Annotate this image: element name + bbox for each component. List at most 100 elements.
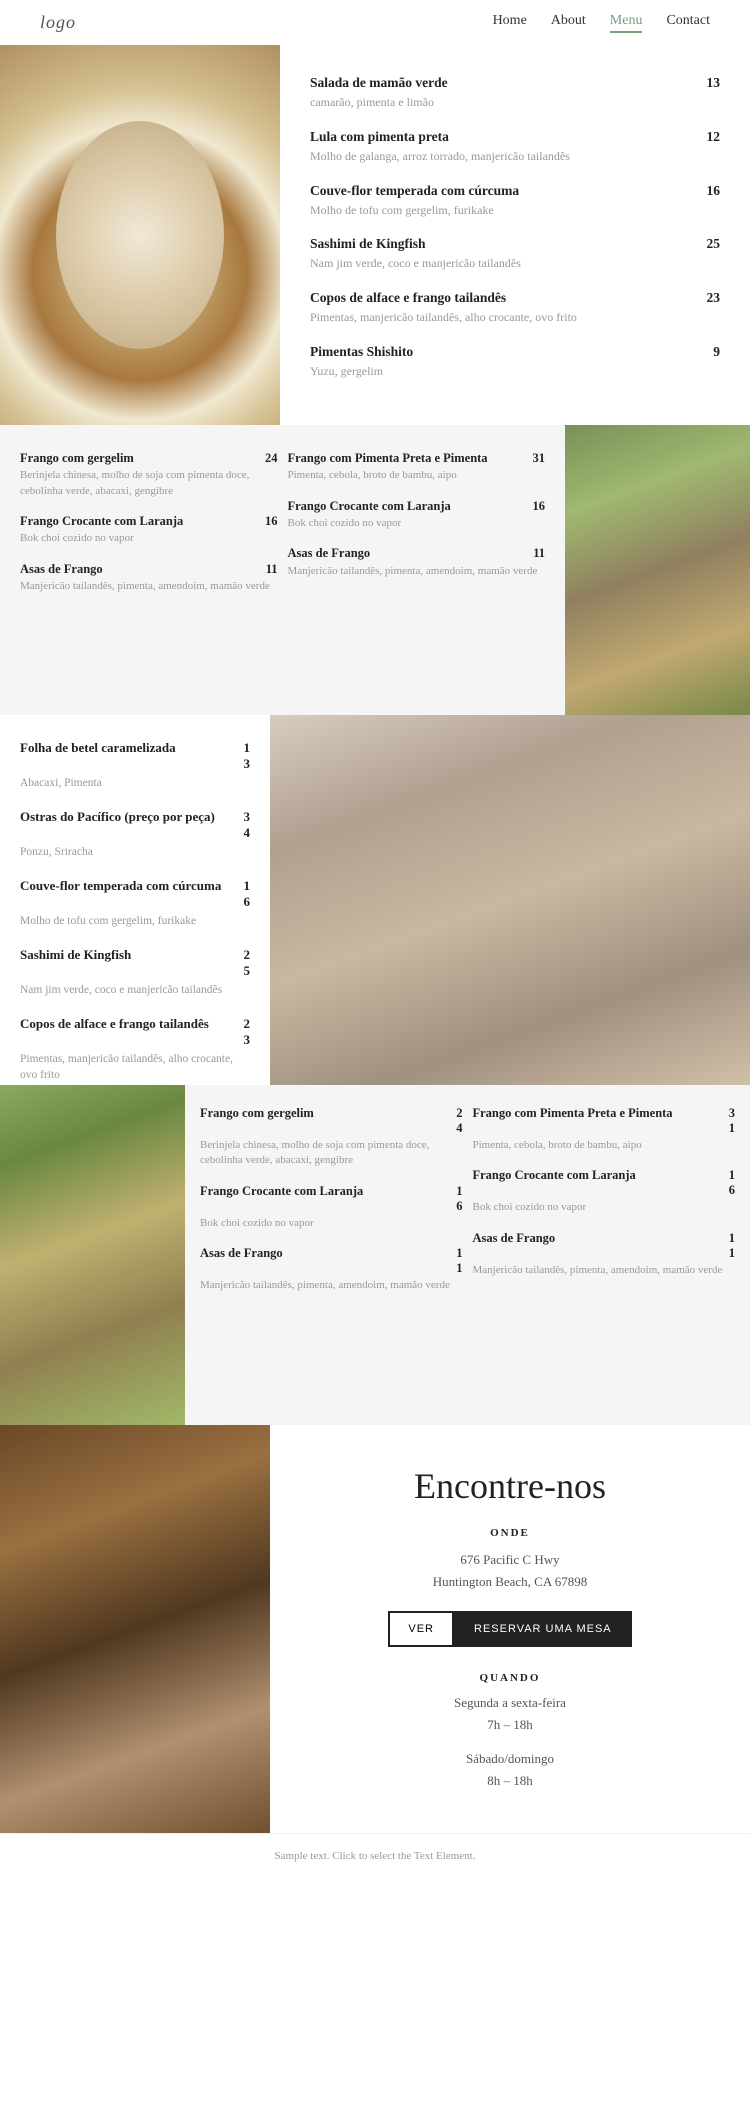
section1-menu: Salada de mamão verde 13 camarão, piment… <box>280 45 750 425</box>
item-desc: Molho de galanga, arroz torrado, manjeri… <box>310 148 720 165</box>
section-findus: Encontre-nos ONDE 676 Pacific C Hwy Hunt… <box>0 1425 750 1833</box>
item-desc: Abacaxi, Pimenta <box>20 775 250 791</box>
item-name: Asas de Frango <box>20 561 103 577</box>
address-line1: 676 Pacific C Hwy <box>460 1552 559 1567</box>
item-name: Sashimi de Kingfish <box>310 236 426 252</box>
item-price: 1 3 <box>222 740 250 772</box>
weekend-hours: 8h – 18h <box>487 1773 533 1788</box>
item-desc: Manjericão tailandês, pimenta, amendoim,… <box>20 579 278 594</box>
item-name: Copos de alface e frango tailandês <box>310 290 506 306</box>
menu-item: Asas de Frango 11 Manjericão tailandês, … <box>288 545 546 579</box>
section3-menu: Folha de betel caramelizada 1 3 Abacaxi,… <box>0 715 270 1085</box>
item-price: 16 <box>523 499 545 514</box>
address-line2: Huntington Beach, CA 67898 <box>433 1574 588 1589</box>
item-name: Ostras do Pacífico (preço por peça) <box>20 809 215 825</box>
item-desc: Ponzu, Sriracha <box>20 844 250 860</box>
item-name: Salada de mamão verde <box>310 75 448 91</box>
nav-menu[interactable]: Menu <box>610 13 643 33</box>
item-price: 2 5 <box>222 947 250 979</box>
menu-item: Asas de Frango 1 1 Manjericão tailandês,… <box>200 1245 463 1293</box>
item-name: Lula com pimenta preta <box>310 129 449 145</box>
item-price: 13 <box>700 75 720 91</box>
section3-image <box>270 715 750 1085</box>
item-name: Frango com gergelim <box>20 450 134 466</box>
item-name: Frango Crocante com Laranja <box>473 1167 636 1183</box>
section-4: Frango com gergelim 2 4 Berinjela chines… <box>0 1085 750 1425</box>
menu-item: Frango Crocante com Laranja 16 Bok choi … <box>20 513 278 547</box>
item-price: 31 <box>523 451 545 466</box>
menu-item: Couve-flor temperada com cúrcuma 16 Molh… <box>310 183 720 219</box>
item-desc: Nam jim verde, coco e manjericão tailand… <box>310 255 720 272</box>
menu-item: Frango com gergelim 24 Berinjela chinesa… <box>20 450 278 499</box>
item-name: Asas de Frango <box>288 545 371 561</box>
item-price: 11 <box>523 546 545 561</box>
menu-item: Asas de Frango 11 Manjericão tailandês, … <box>20 561 278 595</box>
weekdays-label: Segunda a sexta-feira <box>454 1695 566 1710</box>
item-desc: Berinjela chinesa, molho de soja com pim… <box>200 1138 463 1169</box>
item-name: Copos de alface e frango tailandês <box>20 1016 209 1032</box>
menu-item: Sashimi de Kingfish 25 Nam jim verde, co… <box>310 236 720 272</box>
item-name: Frango com Pimenta Preta e Pimenta <box>288 450 488 466</box>
item-price: 3 4 <box>222 809 250 841</box>
item-desc: Bok choi cozido no vapor <box>473 1200 736 1215</box>
nav-contact[interactable]: Contact <box>666 13 710 33</box>
section2-left-col: Frango com gergelim 24 Berinjela chinesa… <box>20 450 278 608</box>
menu-item: Folha de betel caramelizada 1 3 Abacaxi,… <box>20 740 250 791</box>
item-desc: Bok choi cozido no vapor <box>20 531 278 546</box>
section2-right-col: Frango com Pimenta Preta e Pimenta 31 Pi… <box>288 450 546 608</box>
item-desc: camarão, pimenta e limão <box>310 94 720 111</box>
menu-item: Frango Crocante com Laranja 1 6 Bok choi… <box>200 1183 463 1231</box>
item-price: 24 <box>256 451 278 466</box>
hero-food-image <box>0 45 280 425</box>
ver-button[interactable]: VER <box>388 1611 454 1647</box>
item-price: 16 <box>700 183 720 199</box>
hours-section: QUANDO Segunda a sexta-feira 7h – 18h Sá… <box>300 1672 720 1792</box>
item-name: Frango com Pimenta Preta e Pimenta <box>473 1105 673 1121</box>
people-restaurant-image <box>0 1425 270 1833</box>
section4-right-col: Frango com Pimenta Preta e Pimenta 3 1 P… <box>473 1105 736 1308</box>
logo: logo <box>40 12 76 33</box>
item-name: Asas de Frango <box>473 1230 556 1246</box>
item-name: Pimentas Shishito <box>310 344 413 360</box>
item-desc: Nam jim verde, coco e manjericão tailand… <box>20 982 250 998</box>
reservar-button[interactable]: RESERVAR UMA MESA <box>454 1611 632 1647</box>
footer-text: Sample text. Click to select the Text El… <box>275 1850 476 1862</box>
section4-menu: Frango com gergelim 2 4 Berinjela chines… <box>185 1085 750 1425</box>
hero-image-panel <box>0 45 280 425</box>
item-desc: Molho de tofu com gergelim, furikake <box>20 913 250 929</box>
menu-item: Frango com Pimenta Preta e Pimenta 3 1 P… <box>473 1105 736 1153</box>
item-price: 1 6 <box>222 878 250 910</box>
section5-image <box>0 1425 270 1833</box>
meals-food-image <box>565 425 750 715</box>
item-price: 3 1 <box>713 1106 735 1136</box>
item-desc: Molho de tofu com gergelim, furikake <box>310 202 720 219</box>
item-name: Couve-flor temperada com cúrcuma <box>310 183 519 199</box>
nav-about[interactable]: About <box>551 13 586 33</box>
where-label: ONDE <box>300 1527 720 1539</box>
section4-left-col: Frango com gergelim 2 4 Berinjela chines… <box>200 1105 463 1308</box>
nav-home[interactable]: Home <box>493 13 527 33</box>
address: 676 Pacific C Hwy Huntington Beach, CA 6… <box>300 1549 720 1593</box>
item-name: Frango Crocante com Laranja <box>288 498 451 514</box>
item-price: 23 <box>700 290 720 306</box>
menu-item: Pimentas Shishito 9 Yuzu, gergelim <box>310 344 720 380</box>
item-name: Frango Crocante com Laranja <box>200 1183 363 1199</box>
menu-item: Copos de alface e frango tailandês 23 Pi… <box>310 290 720 326</box>
outdoor-restaurant-image <box>0 1085 185 1425</box>
menu-item: Frango Crocante com Laranja 1 6 Bok choi… <box>473 1167 736 1215</box>
item-price: 25 <box>700 236 720 252</box>
item-name: Folha de betel caramelizada <box>20 740 176 756</box>
item-price: 2 4 <box>441 1106 463 1136</box>
item-desc: Pimenta, cebola, broto de bambu, aipo <box>288 468 546 483</box>
item-desc: Yuzu, gergelim <box>310 363 720 380</box>
weekend-text: Sábado/domingo 8h – 18h <box>300 1748 720 1792</box>
findus-info: Encontre-nos ONDE 676 Pacific C Hwy Hunt… <box>270 1425 750 1833</box>
section-hero: Salada de mamão verde 13 camarão, piment… <box>0 45 750 425</box>
table-setting-image <box>270 715 750 1085</box>
menu-item: Couve-flor temperada com cúrcuma 1 6 Mol… <box>20 878 250 929</box>
item-desc: Pimentas, manjericão tailandês, alho cro… <box>310 309 720 326</box>
when-label: QUANDO <box>300 1672 720 1684</box>
section-3: Folha de betel caramelizada 1 3 Abacaxi,… <box>0 715 750 1085</box>
item-desc: Pimentas, manjericão tailandês, alho cro… <box>20 1051 250 1083</box>
weekdays-text: Segunda a sexta-feira 7h – 18h <box>300 1692 720 1736</box>
